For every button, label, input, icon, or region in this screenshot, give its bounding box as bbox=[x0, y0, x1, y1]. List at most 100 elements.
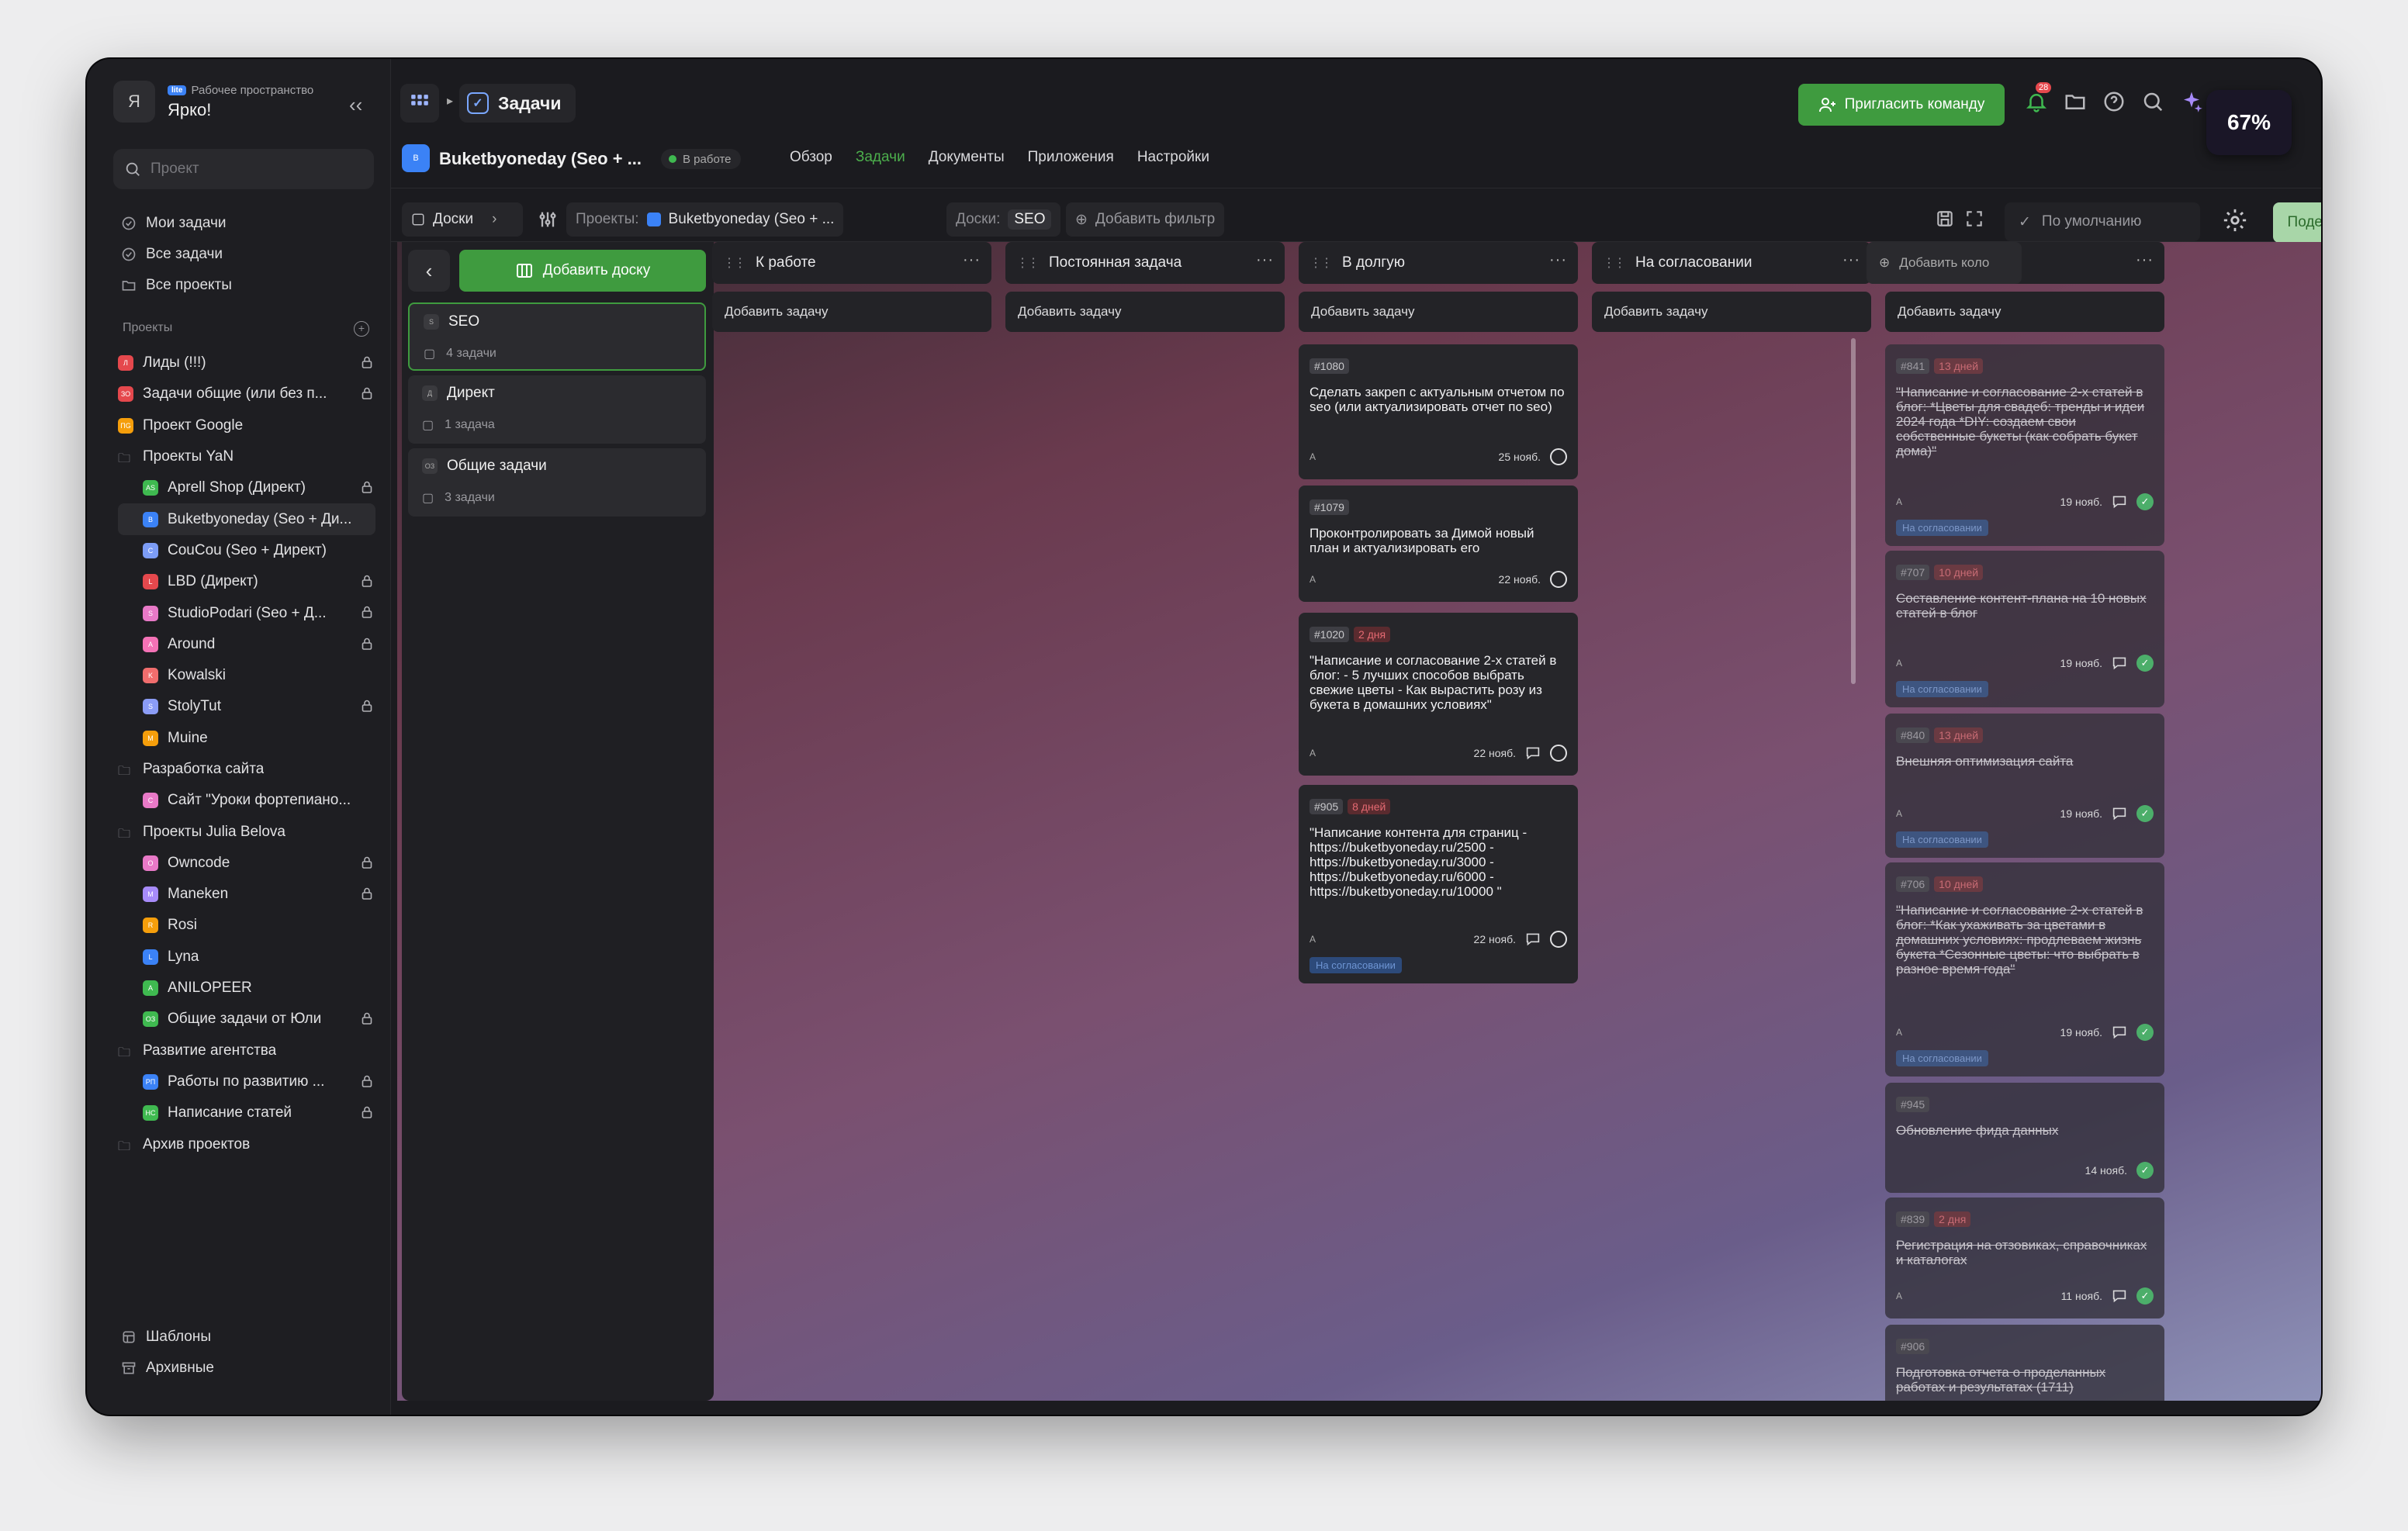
filter-boards[interactable]: Доски: SEO bbox=[946, 202, 1061, 237]
add-project-icon[interactable]: + bbox=[354, 321, 369, 337]
search-input[interactable] bbox=[150, 161, 352, 178]
project-item[interactable]: R Rosi bbox=[118, 910, 375, 941]
project-title[interactable]: Buketbyoneday (Seo + ... bbox=[439, 149, 642, 169]
apps-grid-icon[interactable] bbox=[400, 84, 439, 123]
complete-toggle-icon[interactable] bbox=[1550, 571, 1567, 588]
boards-toggle[interactable]: Доски › bbox=[402, 202, 523, 237]
project-status[interactable]: В работе bbox=[661, 149, 741, 169]
expand-icon[interactable] bbox=[1964, 209, 1986, 230]
more-icon[interactable]: ··· bbox=[963, 251, 981, 269]
task-card[interactable]: #1020 2 дня "Написание и согласование 2-х … bbox=[1299, 613, 1578, 776]
column-header[interactable]: ⋮⋮ На согласовании ··· bbox=[1592, 242, 1871, 284]
folder-item[interactable]: 🗀 Проекты Julia Belova bbox=[118, 816, 375, 847]
project-item[interactable]: С Сайт "Уроки фортепиано... bbox=[118, 785, 375, 816]
folder-icon[interactable] bbox=[2064, 90, 2087, 113]
task-card[interactable]: #1080 Сделать закреп с актуальным отчетом… bbox=[1299, 344, 1578, 479]
project-item[interactable]: Л Лиды (!!!) bbox=[118, 347, 375, 378]
project-item[interactable]: ПG Проект Google bbox=[118, 410, 375, 441]
done-check-icon[interactable]: ✓ bbox=[2136, 1287, 2154, 1305]
done-check-icon[interactable]: ✓ bbox=[2136, 1162, 2154, 1179]
folder-item[interactable]: 🗀 Развитие агентства bbox=[118, 1035, 375, 1066]
tab-item[interactable]: Приложения bbox=[1028, 149, 1114, 166]
collapse-sidebar-icon[interactable]: ‹‹ bbox=[349, 93, 362, 117]
drag-handle-icon[interactable]: ⋮⋮ bbox=[723, 255, 746, 271]
project-item[interactable]: ОЗ Общие задачи от Юли bbox=[118, 1004, 375, 1035]
project-item[interactable]: РП Работы по развитию ... bbox=[118, 1066, 375, 1097]
tab-item[interactable]: Документы bbox=[929, 149, 1005, 166]
done-check-icon[interactable]: ✓ bbox=[2136, 655, 2154, 672]
search-icon[interactable] bbox=[2141, 90, 2164, 113]
project-item[interactable]: ЗО Задачи общие (или без п... bbox=[118, 378, 375, 410]
drag-handle-icon[interactable]: ⋮⋮ bbox=[1603, 255, 1626, 271]
invite-team-button[interactable]: Пригласить команду bbox=[1798, 84, 2005, 126]
project-search[interactable] bbox=[113, 149, 374, 189]
more-icon[interactable]: ··· bbox=[2136, 251, 2154, 269]
nav-templates[interactable]: Шаблоны bbox=[121, 1322, 214, 1353]
filter-projects[interactable]: Проекты: Buketbyoneday (Seo + ... bbox=[566, 202, 844, 237]
task-card[interactable]: #905 8 дней "Написание контента для страни… bbox=[1299, 785, 1578, 983]
tab-item[interactable]: Задачи bbox=[856, 149, 905, 166]
nav-all-tasks[interactable]: Все задачи bbox=[121, 239, 232, 270]
project-item[interactable]: S StudioPodari (Seo + Д... bbox=[118, 597, 375, 628]
task-card[interactable]: #840 13 дней Внешняя оптимизация сайта A 19 … bbox=[1885, 714, 2164, 858]
task-card[interactable]: #841 13 дней "Написание и согласование 2-х… bbox=[1885, 344, 2164, 546]
drag-handle-icon[interactable]: ⋮⋮ bbox=[1016, 255, 1040, 271]
add-task-button[interactable]: Добавить задачу bbox=[1885, 292, 2164, 332]
done-check-icon[interactable]: ✓ bbox=[2136, 805, 2154, 822]
board-card[interactable]: ОЗ Общие задачи ▢ 3 задачи bbox=[408, 448, 706, 517]
project-item[interactable]: L Lyna bbox=[118, 942, 375, 973]
add-filter-button[interactable]: ⊕ Добавить фильтр bbox=[1066, 202, 1225, 237]
more-icon[interactable]: ··· bbox=[1842, 251, 1860, 269]
nav-archive[interactable]: Архивные bbox=[121, 1353, 214, 1384]
drag-handle-icon[interactable]: ⋮⋮ bbox=[1310, 255, 1333, 271]
add-task-button[interactable]: Добавить задачу bbox=[1592, 292, 1871, 332]
project-item[interactable]: K Kowalski bbox=[118, 660, 375, 691]
board-card[interactable]: S SEO ▢ 4 задачи bbox=[408, 302, 706, 371]
tab-item[interactable]: Обзор bbox=[790, 149, 832, 166]
done-check-icon[interactable]: ✓ bbox=[2136, 493, 2154, 510]
column-header[interactable]: ⋮⋮ В долгую ··· bbox=[1299, 242, 1578, 284]
task-card[interactable]: #945 Обновление фида данных 14 нояб. ✓ bbox=[1885, 1083, 2164, 1193]
view-preset-select[interactable]: ✓ По умолчанию bbox=[2005, 202, 2200, 241]
project-item[interactable]: L LBD (Директ) bbox=[118, 566, 375, 597]
task-card[interactable]: #906 Подготовка отчета о проделанных рабо… bbox=[1885, 1325, 2164, 1401]
complete-toggle-icon[interactable] bbox=[1550, 745, 1567, 762]
folder-item[interactable]: 🗀 Архив проектов bbox=[118, 1128, 375, 1159]
board-card[interactable]: Д Директ ▢ 1 задача bbox=[408, 375, 706, 444]
add-column-button[interactable]: ⊕ Добавить коло bbox=[1867, 242, 2022, 284]
project-item[interactable]: A ANILOPEER bbox=[118, 973, 375, 1004]
breadcrumb[interactable]: ✓ Задачи bbox=[459, 84, 576, 123]
project-item[interactable]: AS Aprell Shop (Директ) bbox=[118, 472, 375, 503]
project-item[interactable]: A Around bbox=[118, 629, 375, 660]
project-item[interactable]: НС Написание статей bbox=[118, 1097, 375, 1128]
project-item[interactable]: S StolyTut bbox=[118, 691, 375, 722]
add-task-button[interactable]: Добавить задачу bbox=[1299, 292, 1578, 332]
project-item[interactable]: M Muine bbox=[118, 723, 375, 754]
nav-my-tasks[interactable]: Мои задачи bbox=[121, 208, 232, 239]
complete-toggle-icon[interactable] bbox=[1550, 931, 1567, 948]
gear-icon[interactable] bbox=[2222, 207, 2250, 235]
help-icon[interactable] bbox=[2102, 90, 2126, 113]
task-card[interactable]: #839 2 дня Регистрация на отзовиках, справ… bbox=[1885, 1197, 2164, 1318]
task-card[interactable]: #707 10 дней Составление контент-плана на … bbox=[1885, 551, 2164, 707]
folder-item[interactable]: 🗀 Проекты YaN bbox=[118, 441, 375, 472]
task-card[interactable]: #1079 Проконтролировать за Димой новый пл… bbox=[1299, 486, 1578, 602]
add-task-button[interactable]: Добавить задачу bbox=[712, 292, 991, 332]
more-icon[interactable]: ··· bbox=[1256, 251, 1274, 269]
project-item[interactable]: M Maneken bbox=[118, 879, 375, 910]
done-check-icon[interactable]: ✓ bbox=[2136, 1024, 2154, 1041]
nav-all-projects[interactable]: Все проекты bbox=[121, 270, 232, 301]
complete-toggle-icon[interactable] bbox=[1550, 448, 1567, 465]
save-view-icon[interactable] bbox=[1935, 209, 1956, 230]
column-header[interactable]: ⋮⋮ К работе ··· bbox=[712, 242, 991, 284]
share-button[interactable]: Поделиться bbox=[2273, 202, 2321, 243]
project-item[interactable]: B Buketbyoneday (Seo + Ди... bbox=[118, 503, 375, 535]
column-header[interactable]: ⋮⋮ Постоянная задача ··· bbox=[1005, 242, 1285, 284]
workspace-switcher[interactable]: Я lite Рабочее пространство Ярко! bbox=[113, 81, 313, 123]
task-card[interactable]: #706 10 дней "Написание и согласование 2-х… bbox=[1885, 862, 2164, 1077]
ai-sparkle-icon[interactable] bbox=[2180, 90, 2203, 113]
notifications-icon[interactable]: 28 bbox=[2025, 82, 2052, 113]
project-item[interactable]: O Owncode bbox=[118, 848, 375, 879]
tab-item[interactable]: Настройки bbox=[1137, 149, 1209, 166]
filter-settings-icon[interactable] bbox=[537, 209, 559, 230]
